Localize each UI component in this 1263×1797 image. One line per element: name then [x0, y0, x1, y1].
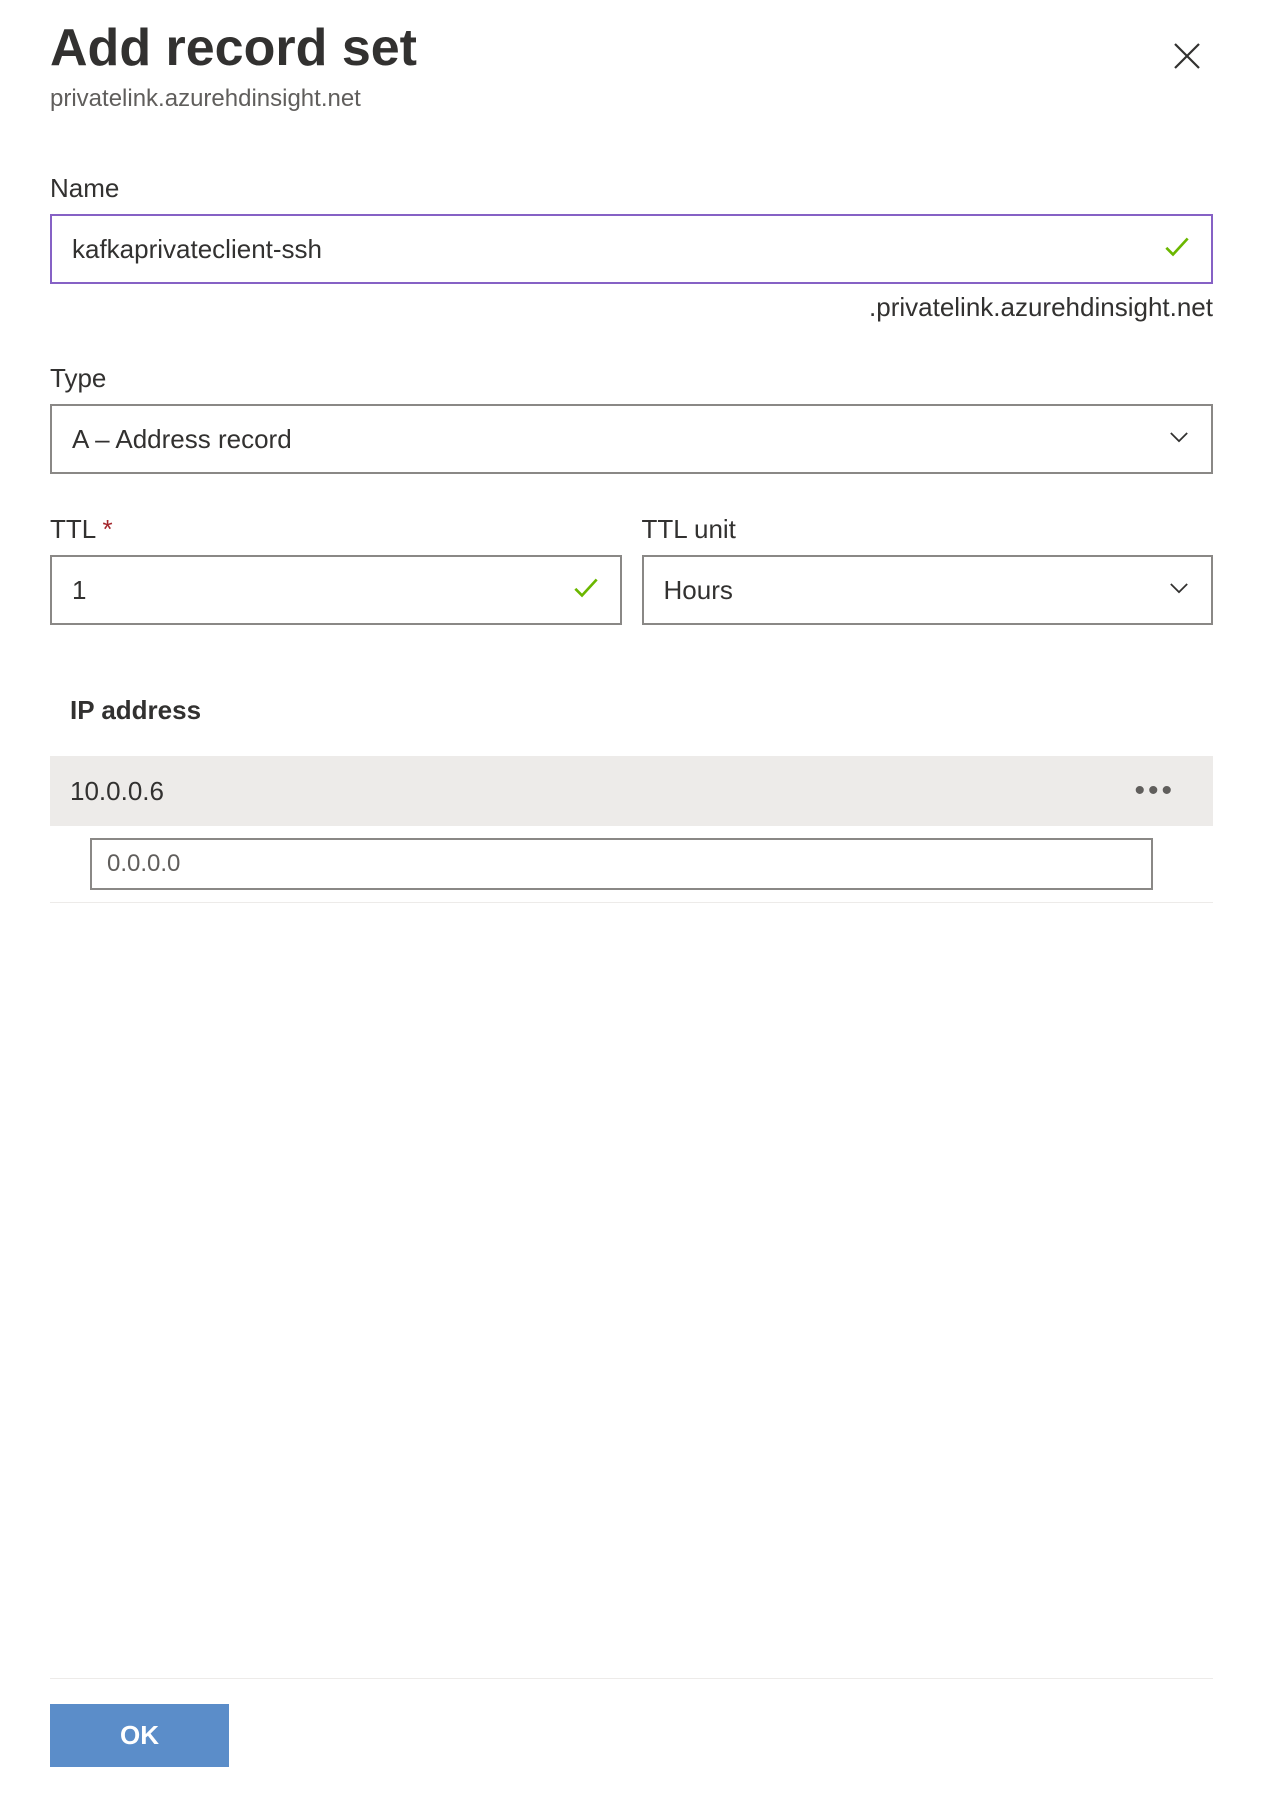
type-select[interactable]: A – Address record [50, 404, 1213, 474]
panel-subtitle: privatelink.azurehdinsight.net [50, 85, 417, 113]
ip-address-value: 10.0.0.6 [70, 776, 164, 807]
ttl-input-wrapper [50, 555, 622, 625]
name-input[interactable] [50, 214, 1213, 284]
ip-more-button[interactable]: ••• [1126, 774, 1183, 808]
type-label: Type [50, 363, 1213, 394]
ttl-label: TTL * [50, 514, 622, 545]
close-button[interactable] [1161, 30, 1213, 85]
name-label: Name [50, 173, 1213, 204]
ttl-unit-select-wrapper: Hours [642, 555, 1214, 625]
ttl-unit-value: Hours [664, 575, 733, 606]
type-value: A – Address record [72, 424, 292, 455]
ip-address-row: 10.0.0.6 ••• [50, 756, 1213, 826]
close-icon [1169, 62, 1205, 77]
add-record-set-panel: Add record set privatelink.azurehdinsigh… [0, 0, 1263, 1797]
ttl-field-group: TTL * [50, 514, 622, 625]
name-input-wrapper [50, 214, 1213, 284]
ok-button[interactable]: OK [50, 1704, 229, 1767]
panel-title: Add record set [50, 20, 417, 77]
ip-address-input[interactable] [90, 838, 1153, 890]
ip-input-row [50, 826, 1213, 903]
ttl-row: TTL * TTL unit Hours [50, 514, 1213, 665]
title-block: Add record set privatelink.azurehdinsigh… [50, 20, 417, 113]
name-suffix: .privatelink.azurehdinsight.net [50, 292, 1213, 323]
panel-footer: OK [50, 1678, 1213, 1777]
check-icon [570, 572, 602, 609]
ttl-unit-field-group: TTL unit Hours [642, 514, 1214, 625]
ttl-input[interactable] [50, 555, 622, 625]
ip-address-section: IP address 10.0.0.6 ••• [50, 695, 1213, 903]
check-icon [1161, 231, 1193, 268]
ip-address-heading: IP address [70, 695, 1213, 726]
ttl-unit-select[interactable]: Hours [642, 555, 1214, 625]
ttl-unit-label: TTL unit [642, 514, 1214, 545]
panel-header: Add record set privatelink.azurehdinsigh… [50, 20, 1213, 113]
type-select-wrapper: A – Address record [50, 404, 1213, 474]
ellipsis-icon: ••• [1134, 774, 1175, 807]
type-field-group: Type A – Address record [50, 363, 1213, 474]
name-field-group: Name .privatelink.azurehdinsight.net [50, 173, 1213, 323]
required-indicator: * [103, 514, 113, 544]
